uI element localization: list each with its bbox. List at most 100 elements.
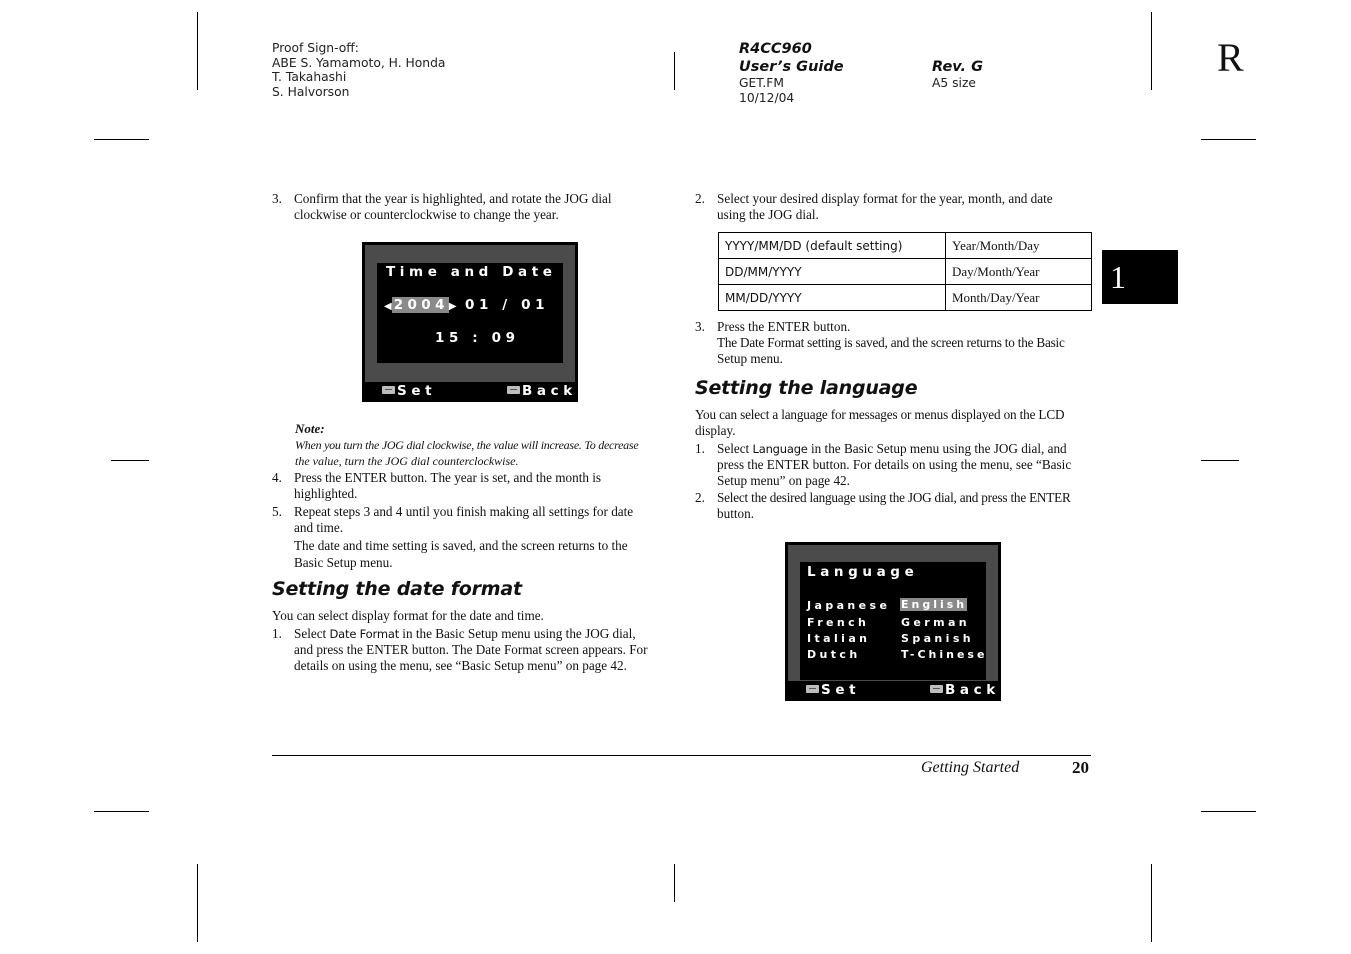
step-number: 1. [695,441,705,456]
step-text: button. [717,506,754,522]
table-row: YYYY/MM/DD (default setting) Year/Month/… [718,232,1092,259]
proof-signoff: Proof Sign-off: ABE S. Yamamoto, H. Hond… [272,41,445,99]
crop-mark [197,12,198,90]
step-number: 2. [695,191,705,206]
crop-mark [94,139,149,140]
enter-key-icon [382,386,395,394]
step-result: The date and time setting is saved, and … [294,538,628,554]
intro-text: You can select a language for messages o… [695,407,1065,422]
crop-mark [111,460,149,461]
doc-info: R4CC960 User’s Guide GET.FM 10/12/04 [739,40,844,105]
page-size: A5 size [932,76,976,90]
proof-signoff-line: ABE S. Yamamoto, H. Honda [272,55,446,70]
page-number: 20 [1072,758,1089,777]
note-label: Note: [295,421,325,436]
language-heading: Setting the language [695,377,918,399]
language-option: French [807,616,870,629]
step-result: Basic Setup menu. [294,554,393,570]
language-option: German [901,616,971,629]
time-date-lcd-screenshot: Time and Date ◀ 2004▶ 01 / 01 15 : 09 Set… [362,242,578,402]
step-text: in the Basic Setup menu using the JOG di… [807,441,1067,456]
date-format-heading: Setting the date format [272,578,522,600]
step-number: 2. [695,490,705,505]
proof-signoff-line: Proof Sign-off: [272,41,359,55]
month-day-value: 01 / 01 [465,297,550,313]
step-result: The Date Format setting is saved, and th… [717,335,1065,351]
note-text: When you turn the JOG dial clockwise, th… [295,438,639,452]
left-arrow-icon: ◀ [384,301,392,312]
step-text: Press the ENTER button. [717,319,851,334]
step-text: Select your desired display format for t… [717,191,1053,206]
step-text: Select [717,441,753,456]
step-number: 1. [272,626,282,641]
step-text: Confirm that the year is highlighted, an… [294,191,612,206]
format-code: YYYY/MM/DD (default setting) [718,232,946,259]
menu-item-reference: Date Format [329,627,400,641]
note-text: the value, turn the JOG dial countercloc… [295,454,519,468]
format-meaning: Day/Month/Year [945,258,1092,285]
crop-mark [1201,811,1256,812]
language-lcd-screenshot: Language Japanese French Italian Dutch E… [785,542,1001,701]
step-text: in the Basic Setup menu using the JOG di… [399,626,636,641]
crop-mark [1151,864,1152,942]
right-arrow-icon: ▶ [448,301,457,312]
revision: Rev. G [932,59,984,75]
step-text: and press the ENTER button. The Date For… [294,642,648,658]
lcd-title: Language [807,564,919,580]
format-code: DD/MM/YYYY [718,258,946,285]
step-text: and time. [294,520,344,536]
crop-mark [1151,12,1152,90]
footer-section: Getting Started [921,759,1020,776]
language-option: Dutch [807,648,861,661]
step-text: Setup menu” on page 42. [717,473,850,489]
table-row: DD/MM/YYYY Day/Month/Year [718,258,1092,285]
set-label: Set [821,682,861,698]
language-option: Spanish [901,632,974,645]
guide-title: User’s Guide [739,59,844,75]
back-label: Back [945,682,1000,698]
corner-mark: R [1217,35,1244,80]
lcd-title: Time and Date [386,264,557,280]
date-format-intro: You can select display format for the da… [272,608,544,623]
year-value-highlighted: 2004 [391,297,449,313]
chapter-tab: 1 [1102,250,1178,304]
step-text: Repeat steps 3 and 4 until you finish ma… [294,504,634,519]
step-text: Press the ENTER button. The year is set,… [294,470,602,485]
note: Note: When you turn the JOG dial clockwi… [295,421,675,469]
back-key-icon [507,386,520,394]
set-label: Set [397,383,437,399]
step-text: using the JOG dial. [717,207,819,223]
proof-signoff-line: S. Halvorson [272,84,350,99]
intro-text: display. [695,423,736,439]
format-code: MM/DD/YYYY [718,284,946,311]
step-result: Setup menu. [717,351,783,367]
language-intro: You can select a language for messages o… [695,407,1064,439]
step-number: 3. [272,191,282,206]
crop-mark [197,864,198,942]
crop-mark [94,811,149,812]
step-number: 5. [272,504,282,519]
table-row: MM/DD/YYYY Month/Day/Year [718,284,1092,311]
language-option-selected: English [900,598,968,611]
step-text: Select the desired language using the JO… [717,490,1071,505]
step-text: highlighted. [294,486,358,502]
proof-signoff-line: T. Takahashi [272,70,347,85]
step-text: clockwise or counterclockwise to change … [294,207,559,223]
footer-rule [272,755,1091,756]
format-meaning: Year/Month/Day [945,232,1092,259]
revision-info: Rev. G A5 size [932,58,983,91]
step-number: 4. [272,470,282,485]
crop-mark [1201,139,1256,140]
language-option: Italian [807,632,871,645]
language-option: T-Chinese [901,648,988,661]
enter-key-icon [806,685,819,693]
crop-mark [674,864,675,902]
date-format-table: YYYY/MM/DD (default setting) Year/Month/… [718,232,1092,311]
time-value: 15 : 09 [435,330,520,346]
menu-item-reference: Language [752,442,808,456]
language-option: Japanese [807,599,891,612]
file-date: 10/12/04 [739,90,795,105]
step-text: details on using the menu, see “Basic Se… [294,658,627,674]
step-text: Select [294,626,330,641]
crop-mark [674,52,675,90]
